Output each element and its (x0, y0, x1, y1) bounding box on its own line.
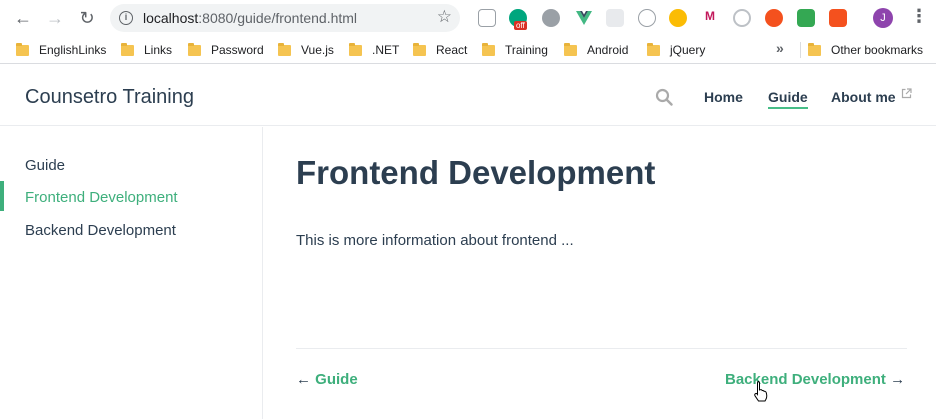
profile-avatar[interactable]: J (873, 8, 893, 28)
sidebar-item-backend-development[interactable]: Backend Development (25, 222, 176, 239)
page-nav-divider (296, 348, 907, 349)
extension-icon[interactable] (669, 9, 687, 27)
folder-icon (413, 42, 426, 56)
prev-page-label[interactable]: Guide (315, 371, 358, 388)
folder-icon (16, 42, 29, 56)
extension-icon[interactable] (733, 9, 751, 27)
bookmark-folder[interactable]: .NET (349, 42, 399, 58)
bookmark-star-icon[interactable]: ☆ (437, 7, 452, 27)
site-info-icon[interactable]: i (119, 11, 133, 25)
address-bar[interactable]: i localhost:8080/guide/frontend.html ☆ (110, 4, 460, 32)
extension-icon[interactable] (765, 9, 783, 27)
site-title[interactable]: Counsetro Training (25, 86, 194, 109)
active-item-marker (0, 181, 4, 211)
reload-icon[interactable]: ↻ (76, 7, 98, 29)
forward-icon[interactable]: → (44, 7, 66, 29)
browser-toolbar: ← → ↻ i localhost:8080/guide/frontend.ht… (0, 0, 936, 36)
bookmark-folder[interactable]: Password (188, 42, 264, 58)
nav-guide[interactable]: Guide (768, 89, 808, 109)
site-header: Counsetro Training Home Guide About me (0, 68, 936, 126)
folder-icon (278, 42, 291, 56)
next-page-link[interactable]: Backend Development → (725, 371, 905, 388)
folder-icon (121, 42, 134, 56)
back-icon[interactable]: ← (12, 7, 34, 29)
external-link-icon (901, 88, 912, 99)
next-page-label[interactable]: Backend Development (725, 371, 886, 388)
page-title: Frontend Development (296, 154, 656, 191)
next-arrow-icon: → (890, 371, 906, 388)
extension-icon[interactable] (638, 9, 656, 27)
sidebar-item-guide[interactable]: Guide (25, 157, 65, 174)
prev-arrow-icon: ← (296, 371, 311, 388)
bookmarks-more-icon[interactable]: » (776, 40, 784, 56)
extension-icon[interactable] (478, 9, 496, 27)
prev-page-link[interactable]: ← Guide (296, 371, 358, 388)
folder-icon (188, 42, 201, 56)
bookmarks-bar: EnglishLinks Links Password Vue.js .NET … (0, 36, 936, 64)
vue-devtools-icon[interactable] (575, 9, 593, 27)
bookmark-folder[interactable]: React (413, 42, 467, 58)
sidebar-item-frontend-development[interactable]: Frontend Development (25, 189, 178, 206)
other-bookmarks[interactable]: Other bookmarks (808, 42, 923, 58)
folder-icon (564, 42, 577, 56)
folder-icon (647, 42, 660, 56)
extension-icon[interactable] (797, 9, 815, 27)
browser-menu-icon[interactable]: ⋮ (910, 6, 928, 27)
extension-icon[interactable] (542, 9, 560, 27)
bookmark-folder[interactable]: EnglishLinks (16, 42, 106, 58)
extension-badge: off (514, 21, 527, 30)
bookmark-folder[interactable]: jQuery (647, 42, 705, 58)
bookmark-folder[interactable]: Training (482, 42, 548, 58)
url-text[interactable]: localhost:8080/guide/frontend.html (143, 10, 357, 26)
bookmark-folder[interactable]: Vue.js (278, 42, 334, 58)
bookmarks-divider (800, 42, 801, 58)
nav-home[interactable]: Home (704, 89, 743, 105)
folder-icon (808, 42, 821, 56)
hand-cursor-icon (754, 381, 768, 402)
extension-icon[interactable] (829, 9, 847, 27)
search-icon[interactable] (655, 88, 673, 106)
page-paragraph: This is more information about frontend … (296, 232, 574, 249)
folder-icon (349, 42, 362, 56)
bookmark-folder[interactable]: Android (564, 42, 628, 58)
bookmark-folder[interactable]: Links (121, 42, 172, 58)
folder-icon (482, 42, 495, 56)
extension-icon[interactable] (606, 9, 624, 27)
sidebar: Guide Frontend Development Backend Devel… (0, 127, 263, 419)
extension-icon[interactable]: M (701, 9, 719, 27)
nav-about-me[interactable]: About me (831, 89, 896, 105)
